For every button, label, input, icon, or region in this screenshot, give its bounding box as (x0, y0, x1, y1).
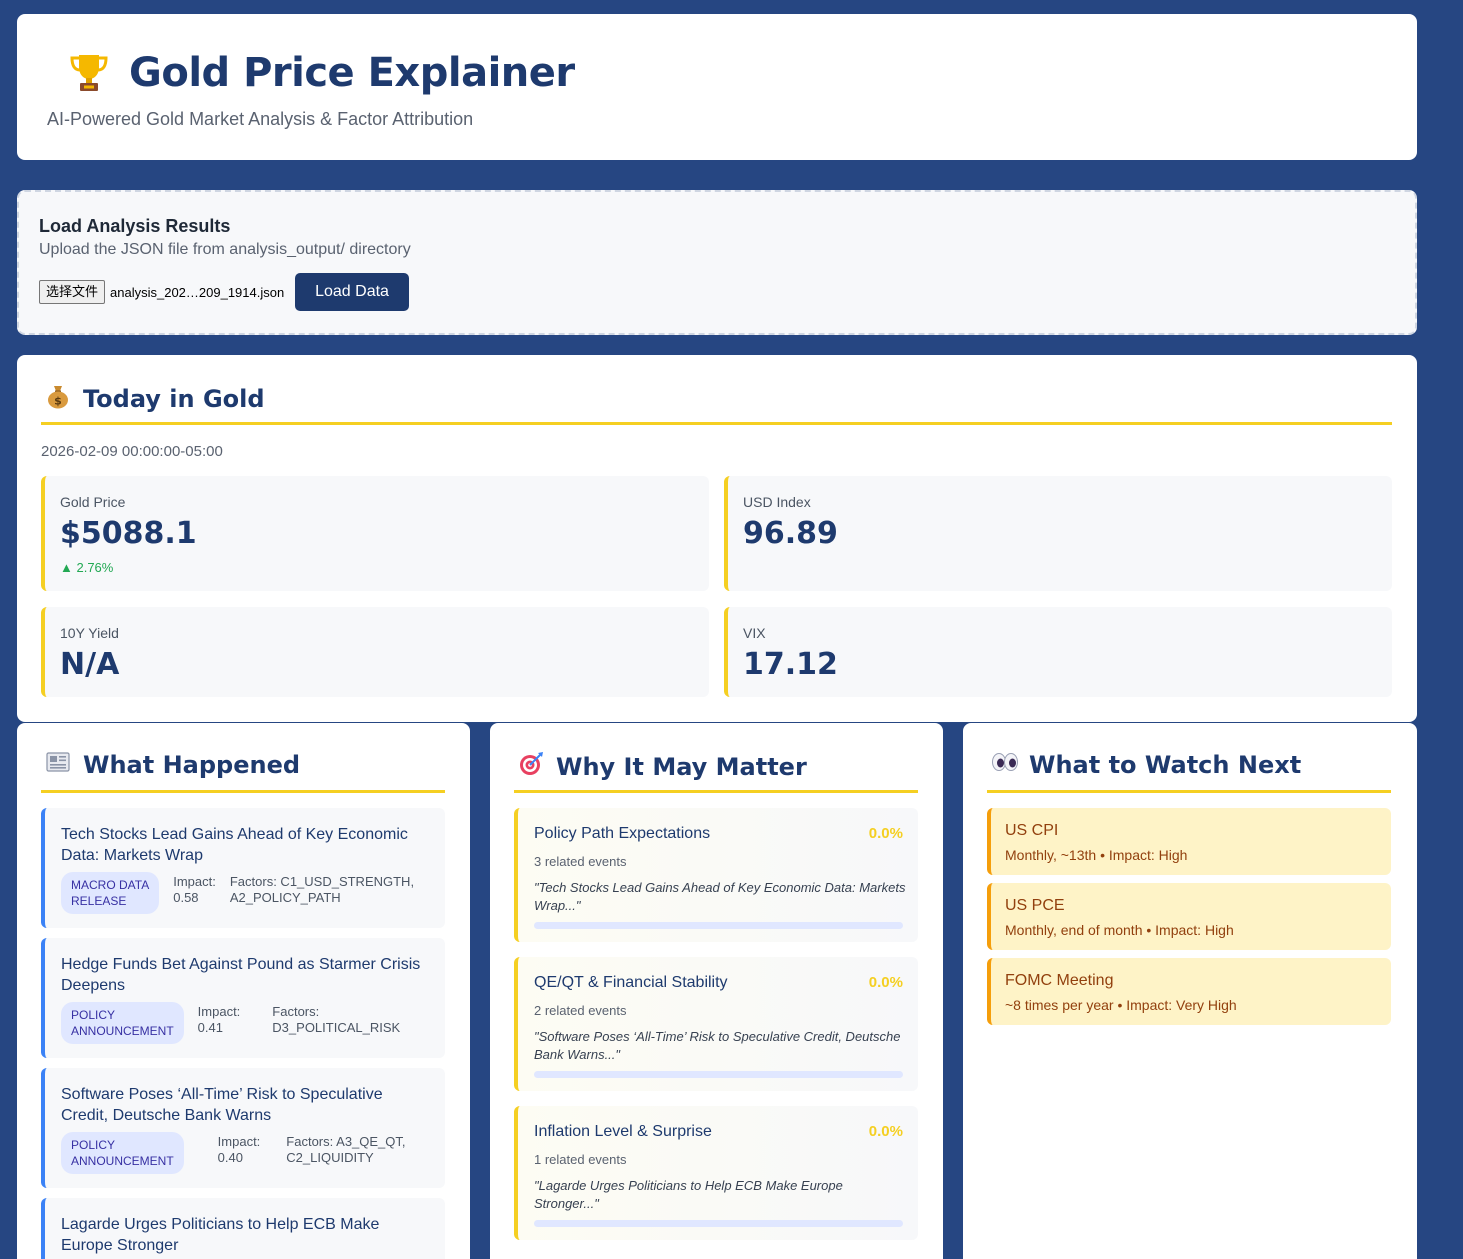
usd-index-card: USD Index 96.89 (724, 476, 1392, 591)
watch-item-name: US PCE (1005, 897, 1065, 914)
metric-label: USD Index (743, 494, 811, 510)
money-bag-icon: $ (45, 383, 71, 415)
news-title: Lagarde Urges Politicians to Help ECB Ma… (61, 1216, 380, 1254)
impact-score: Impact: 0.41 (197, 1004, 241, 1035)
news-meta: MACRO DATA RELEASE Impact: 0.58 Factors: C… (61, 872, 414, 914)
factor-share-bar (534, 922, 903, 929)
load-data-button[interactable]: Load Data (295, 273, 410, 311)
watch-item[interactable]: FOMC Meeting ~8 times per year • Impact:… (987, 958, 1391, 1025)
factor-name: Inflation Level & Surprise (534, 1123, 712, 1140)
why-matters-heading: Why It May Matter (556, 753, 807, 781)
analysis-date: 2026-02-09 00:00:00-05:00 (41, 443, 223, 460)
news-title: Software Poses ‘All-Time’ Risk to Specul… (61, 1086, 383, 1124)
eyes-icon (991, 751, 1018, 779)
event-type-badge: POLICY ANNOUNCEMENT (61, 1002, 184, 1044)
page-subtitle: AI-Powered Gold Market Analysis & Factor… (47, 109, 474, 129)
gold-price-card: Gold Price $5088.1 ▲ 2.76% (41, 476, 709, 591)
watch-heading: What to Watch Next (1029, 751, 1302, 779)
factor-quote: "Tech Stocks Lead Gains Ahead of Key Eco… (534, 880, 906, 913)
why-it-matters-section: Why It May Matter Policy Path Expectatio… (490, 723, 943, 1259)
metric-change: ▲ 2.76% (60, 560, 114, 575)
factor-list: Factors: A3_QE_QT, C2_LIQUIDITY (286, 1134, 406, 1165)
factor-card[interactable]: Inflation Level & Surprise 0.0% 1 relate… (514, 1106, 918, 1240)
section-underline (41, 422, 1392, 425)
news-meta: POLICY ANNOUNCEMENT Impact: 0.41 Factors: D… (61, 1002, 400, 1044)
what-happened-heading: What Happened (83, 751, 301, 779)
factor-percentage: 0.0% (868, 1123, 903, 1140)
metric-value: N/A (60, 647, 120, 682)
watch-item-name: US CPI (1005, 822, 1059, 839)
today-in-gold-section: $ Today in Gold 2026-02-09 00:00:00-05:0… (17, 355, 1417, 722)
watch-item[interactable]: US PCE Monthly, end of month • Impact: H… (987, 883, 1391, 950)
today-heading: Today in Gold (83, 385, 265, 413)
section-underline (514, 790, 918, 793)
selected-file-name: analysis_202…209_1914.json (110, 284, 285, 300)
watch-item-name: FOMC Meeting (1005, 972, 1114, 989)
related-events-count: 1 related events (534, 1152, 627, 1167)
header-card: Gold Price Explainer AI-Powered Gold Mar… (17, 14, 1417, 160)
news-meta: POLICY ANNOUNCEMENT Impact: 0.40 Factors: … (61, 1132, 406, 1174)
factor-name: QE/QT & Financial Stability (534, 974, 728, 991)
what-happened-section: What Happened Tech Stocks Lead Gains Ahe… (17, 723, 470, 1259)
factor-name: Policy Path Expectations (534, 825, 711, 842)
metric-value: 17.12 (743, 647, 838, 682)
page-title: Gold Price Explainer (129, 50, 575, 96)
factor-card[interactable]: QE/QT & Financial Stability 0.0% 2 relat… (514, 957, 918, 1091)
target-icon (518, 751, 544, 783)
impact-score: Impact: 0.40 (217, 1134, 261, 1165)
metric-label: VIX (743, 625, 766, 641)
section-header: What Happened (45, 751, 300, 779)
impact-score: Impact: 0.58 (173, 874, 216, 905)
newspaper-icon (45, 751, 71, 779)
factor-quote: "Lagarde Urges Politicians to Help ECB M… (534, 1178, 843, 1211)
section-header: $ Today in Gold (45, 383, 265, 415)
metric-label: Gold Price (60, 494, 126, 510)
section-header: Why It May Matter (518, 751, 807, 783)
news-title: Hedge Funds Bet Against Pound as Starmer… (61, 956, 421, 994)
factor-list: Factors: D3_POLITICAL_RISK (272, 1004, 401, 1035)
related-events-count: 2 related events (534, 1003, 627, 1018)
watch-item-detail: Monthly, ~13th • Impact: High (1005, 847, 1188, 863)
what-to-watch-section: What to Watch Next US CPI Monthly, ~13th… (963, 723, 1417, 1259)
section-underline (41, 790, 445, 793)
vix-card: VIX 17.12 (724, 607, 1392, 697)
watch-item[interactable]: US CPI Monthly, ~13th • Impact: High (987, 808, 1391, 875)
trophy-icon (69, 51, 109, 95)
factor-percentage: 0.0% (868, 974, 903, 991)
metric-label: 10Y Yield (60, 625, 119, 641)
event-type-badge: MACRO DATA RELEASE (61, 872, 160, 914)
title-row: Gold Price Explainer (69, 50, 575, 96)
watch-item-detail: ~8 times per year • Impact: Very High (1005, 997, 1237, 1013)
ten-year-yield-card: 10Y Yield N/A (41, 607, 709, 697)
related-events-count: 3 related events (534, 854, 627, 869)
news-item[interactable]: Lagarde Urges Politicians to Help ECB Ma… (41, 1198, 445, 1259)
factor-card[interactable]: Policy Path Expectations 0.0% 3 related … (514, 808, 918, 942)
metric-value: 96.89 (743, 516, 838, 551)
load-results-panel: Load Analysis Results Upload the JSON fi… (17, 190, 1417, 335)
factor-percentage: 0.0% (868, 825, 903, 842)
news-item[interactable]: Hedge Funds Bet Against Pound as Starmer… (41, 938, 445, 1058)
section-header: What to Watch Next (991, 751, 1301, 779)
section-underline (987, 790, 1391, 793)
news-item[interactable]: Tech Stocks Lead Gains Ahead of Key Econ… (41, 808, 445, 928)
load-panel-title: Load Analysis Results (39, 216, 231, 236)
factor-list: Factors: C1_USD_STRENGTH, A2_POLICY_PATH (229, 874, 415, 905)
news-title: Tech Stocks Lead Gains Ahead of Key Econ… (61, 826, 408, 864)
factor-share-bar (534, 1071, 903, 1078)
svg-text:$: $ (54, 395, 62, 408)
metric-value: $5088.1 (60, 516, 197, 551)
choose-file-button[interactable]: 选择文件 (39, 280, 106, 304)
watch-item-detail: Monthly, end of month • Impact: High (1005, 922, 1234, 938)
news-item[interactable]: Software Poses ‘All-Time’ Risk to Specul… (41, 1068, 445, 1188)
file-input-row: 选择文件 analysis_202…209_1914.json Load Dat… (39, 273, 410, 311)
event-type-badge: POLICY ANNOUNCEMENT (61, 1132, 184, 1174)
factor-quote: "Software Poses ‘All-Time’ Risk to Specu… (534, 1029, 901, 1062)
factor-share-bar (534, 1220, 903, 1227)
load-panel-description: Upload the JSON file from analysis_outpu… (39, 241, 411, 258)
